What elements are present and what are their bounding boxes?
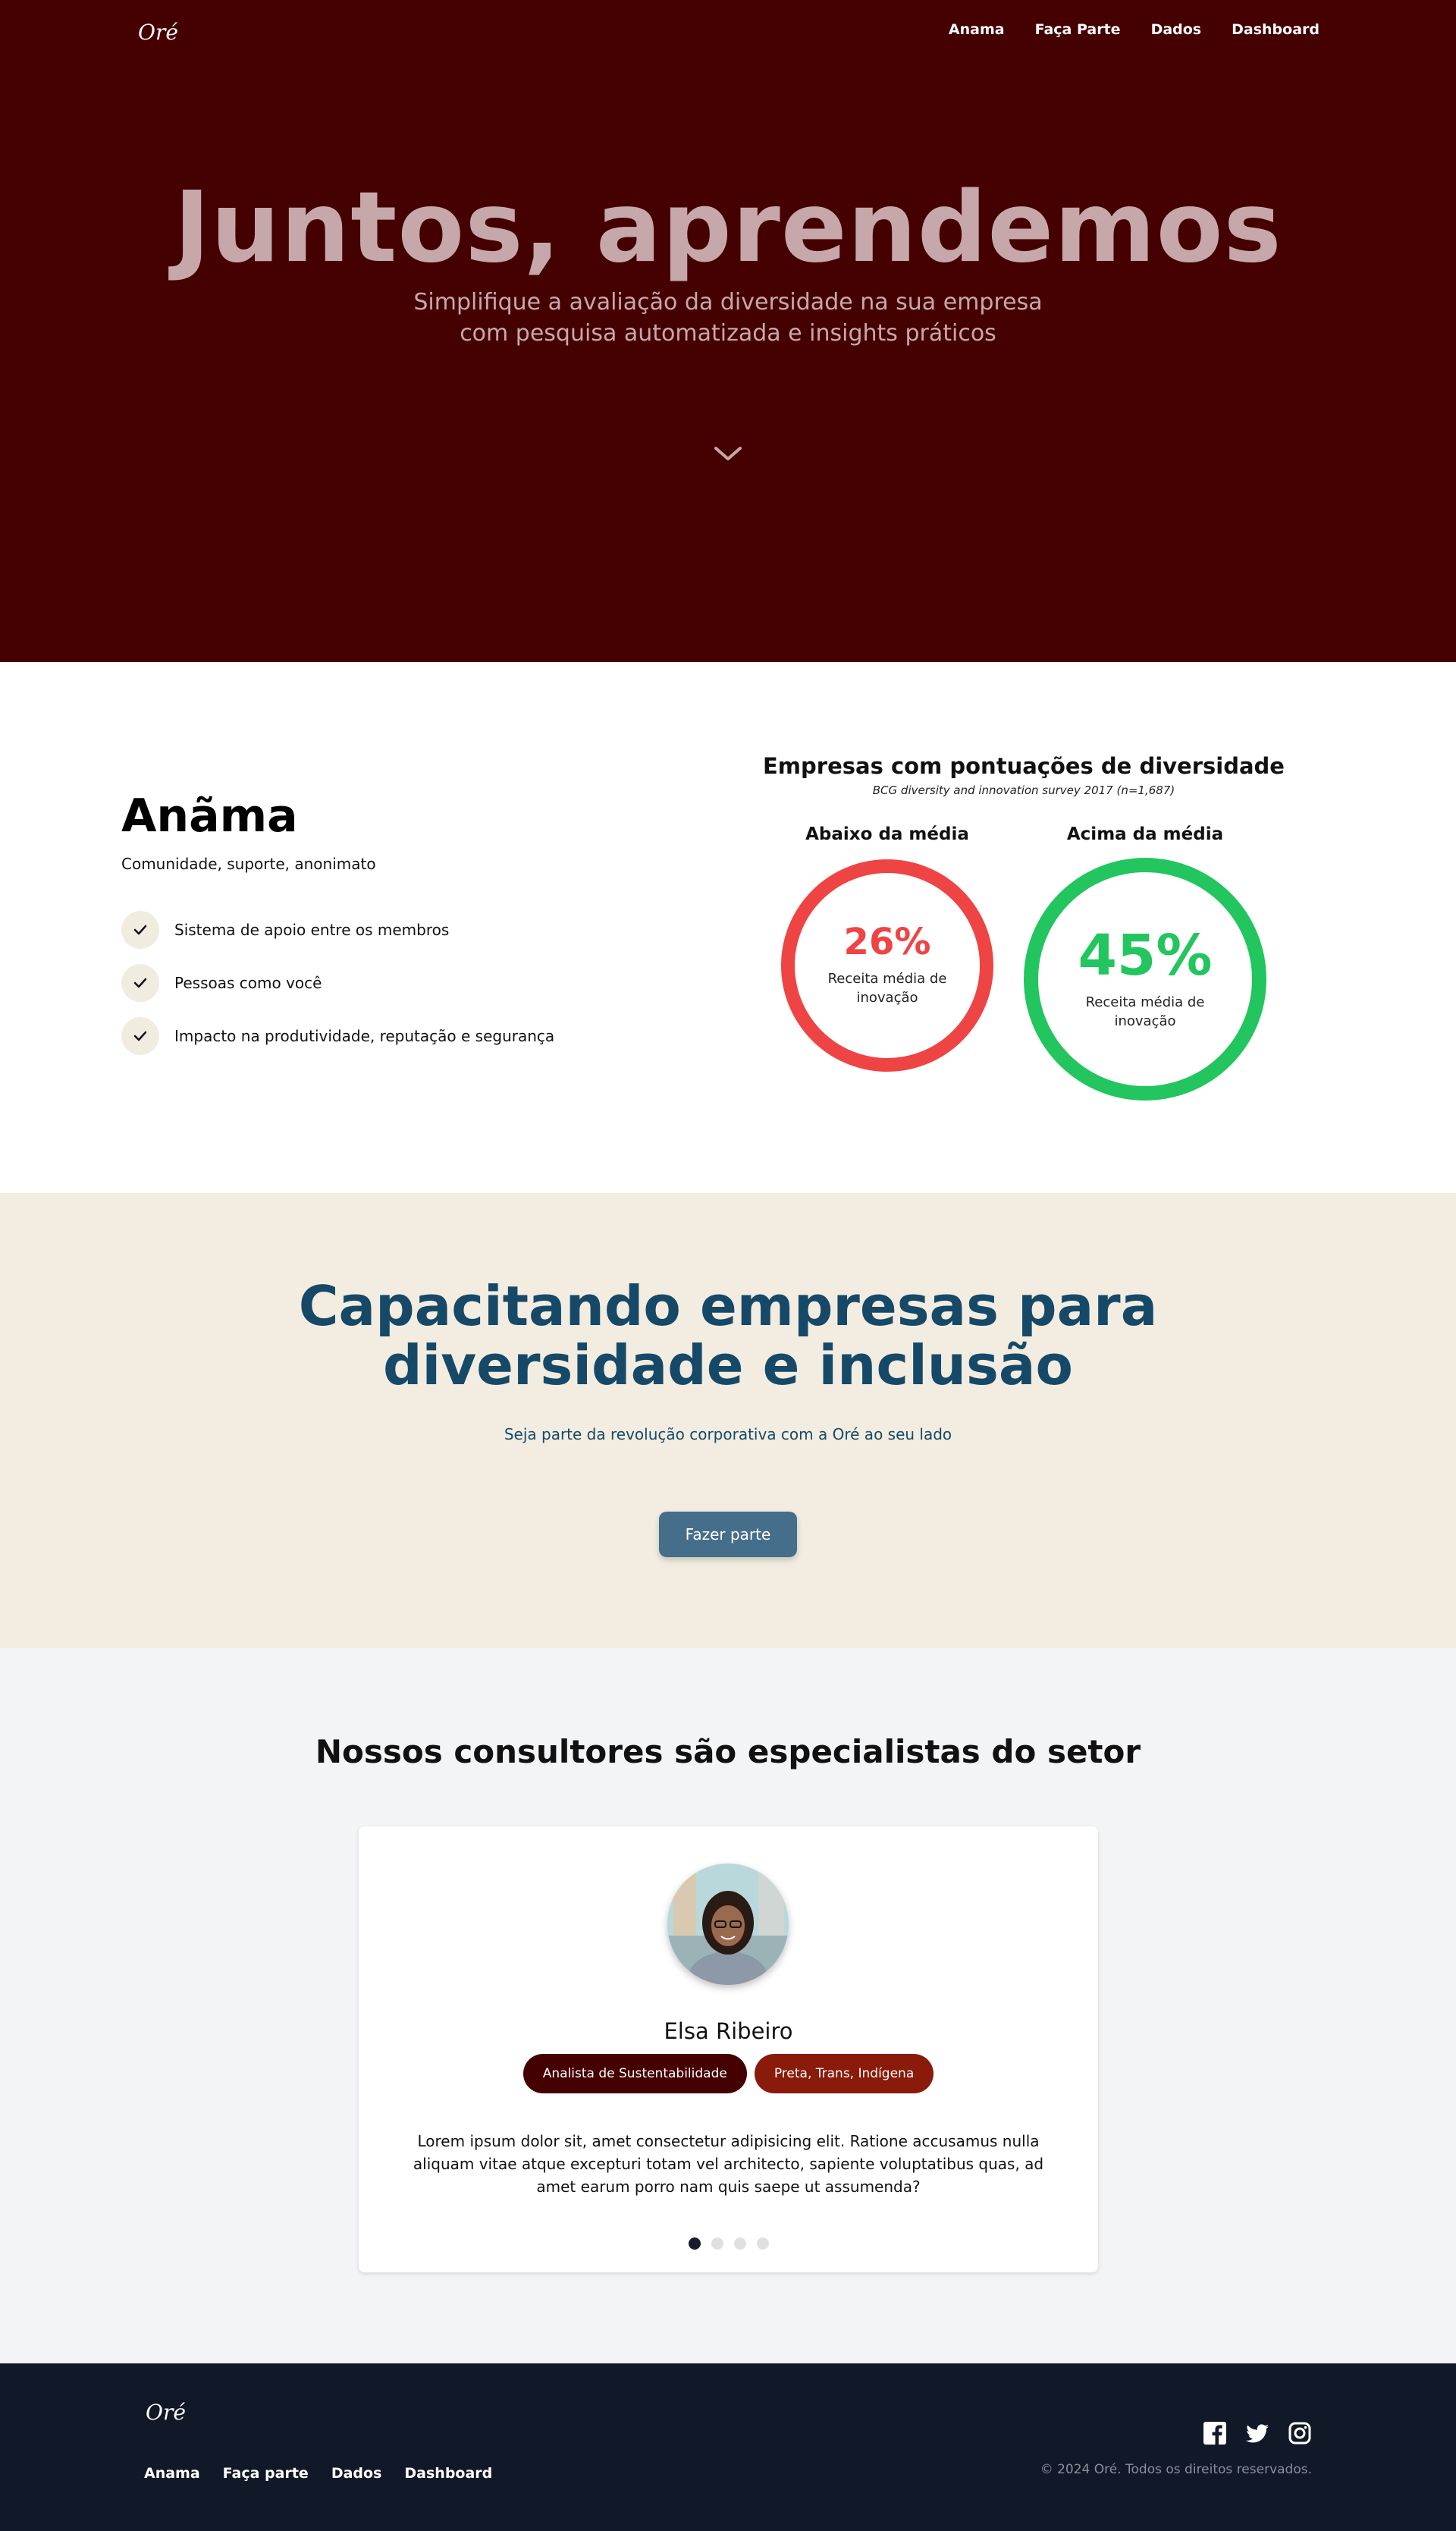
hero-title: Juntos, aprendemos (174, 171, 1282, 284)
consultant-name: Elsa Ribeiro (664, 2018, 793, 2044)
stat-description: Receita média de inovação (1085, 994, 1205, 1029)
nav-link-dados[interactable]: Dados (1151, 21, 1202, 38)
cta-subtitle: Seja parte da revolução corporativa com … (504, 1425, 952, 1443)
consultants-title: Nossos consultores são especialistas do … (315, 1733, 1141, 1770)
social-links (1203, 2421, 1312, 2445)
footer-logo[interactable]: Oré (146, 2400, 186, 2425)
anama-tagline: Comunidade, suporte, anonimato (121, 855, 376, 873)
feature-label: Sistema de apoio entre os membros (174, 921, 450, 939)
footer-link-faca-parte[interactable]: Faça parte (223, 2465, 309, 2482)
hero-section: Oré Anama Faça Parte Dados Dashboard Jun… (0, 0, 1456, 662)
feature-item: Sistema de apoio entre os membros (121, 911, 449, 949)
chart-subtitle: BCG diversity and innovation survey 2017… (872, 783, 1175, 797)
feature-item: Pessoas como você (121, 964, 322, 1002)
carousel-dot[interactable] (711, 2237, 723, 2250)
badge-identity: Preta, Trans, Indígena (754, 2054, 934, 2093)
stat-ring-below-average: 26% Receita média de inovação (781, 859, 993, 1072)
hero-subtitle: Simplifique a avaliação da diversidade n… (349, 287, 1107, 349)
carousel-dot[interactable] (688, 2237, 701, 2250)
cta-title-line-1: Capacitando empresas para (298, 1274, 1158, 1338)
consultants-section: Nossos consultores são especialistas do … (0, 1648, 1456, 2363)
feature-label: Impacto na produtividade, reputação e se… (174, 1027, 555, 1045)
avatar (667, 1864, 789, 1985)
footer: Oré Anama Faça parte Dados Dashboard © 2… (0, 2363, 1456, 2531)
stat-description: Receita média de inovação (827, 971, 947, 1006)
stat-ring-above-average: 45% Receita média de inovação (1024, 858, 1266, 1101)
copyright: © 2024 Oré. Todos os direitos reservados… (1040, 2462, 1312, 2477)
join-button[interactable]: Fazer parte (659, 1512, 797, 1557)
check-icon (121, 911, 159, 949)
anama-section: Anãma Comunidade, suporte, anonimato Sis… (0, 662, 1456, 1193)
cta-section: Capacitando empresas para diversidade e … (0, 1193, 1456, 1648)
series-label-above-average: Acima da média (1066, 824, 1224, 844)
hero-subtitle-line-1: Simplifique a avaliação da diversidade n… (413, 289, 1043, 316)
carousel-dot[interactable] (733, 2237, 746, 2250)
consultant-badges: Analista de Sustentabilidade Preta, Tran… (359, 2054, 1098, 2093)
check-icon (121, 1017, 159, 1055)
feature-label: Pessoas como você (174, 974, 322, 992)
series-label-below-average: Abaixo da média (805, 824, 969, 844)
feature-item: Impacto na produtividade, reputação e se… (121, 1017, 554, 1055)
stat-value: 26% (843, 921, 931, 963)
top-nav: Anama Faça Parte Dados Dashboard (949, 21, 1320, 38)
nav-link-dashboard[interactable]: Dashboard (1232, 21, 1320, 38)
badge-role: Analista de Sustentabilidade (522, 2054, 747, 2093)
nav-link-faca-parte[interactable]: Faça Parte (1035, 21, 1121, 38)
chevron-down-icon[interactable] (711, 442, 745, 465)
chart-title: Empresas com pontuações de diversidade (763, 753, 1285, 779)
cta-title: Capacitando empresas para diversidade e … (0, 1276, 1456, 1395)
twitter-icon[interactable] (1245, 2421, 1269, 2445)
consultant-bio: Lorem ipsum dolor sit, amet consectetur … (413, 2132, 1044, 2196)
carousel-dots (359, 2237, 1098, 2250)
check-icon (121, 964, 159, 1002)
anama-title: Anãma (121, 790, 298, 843)
instagram-icon[interactable] (1288, 2421, 1312, 2445)
cta-title-line-2: diversidade e inclusão (383, 1333, 1073, 1397)
brand-logo[interactable]: Oré (138, 20, 178, 45)
carousel-dot[interactable] (756, 2237, 769, 2250)
footer-link-dados[interactable]: Dados (331, 2465, 382, 2482)
stat-value: 45% (1078, 923, 1213, 988)
hero-subtitle-line-2: com pesquisa automatizada e insights prá… (460, 320, 996, 347)
footer-nav: Anama Faça parte Dados Dashboard (144, 2465, 492, 2482)
footer-link-anama[interactable]: Anama (144, 2465, 200, 2482)
nav-link-anama[interactable]: Anama (949, 21, 1005, 38)
footer-link-dashboard[interactable]: Dashboard (404, 2465, 492, 2482)
facebook-icon[interactable] (1203, 2421, 1227, 2445)
consultant-card: Elsa Ribeiro Analista de Sustentabilidad… (359, 1826, 1098, 2272)
